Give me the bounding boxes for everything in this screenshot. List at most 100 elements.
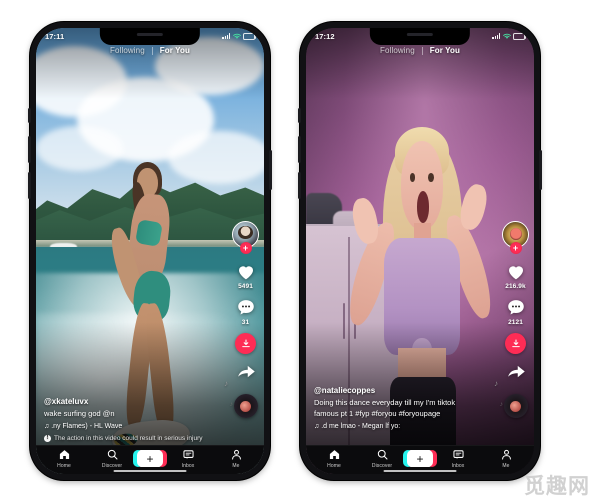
feed-tabs-left: Following For You: [36, 46, 264, 55]
nav-home-label: Home: [327, 462, 341, 469]
creator-avatar-button[interactable]: +: [502, 221, 529, 254]
inbox-icon: [182, 450, 194, 460]
follow-plus-icon[interactable]: +: [509, 242, 522, 254]
tab-separator: [421, 46, 423, 55]
feed-tabs-right: Following For You: [306, 46, 534, 55]
like-button[interactable]: 5491: [235, 261, 257, 290]
nav-inbox-label: Inbox: [181, 462, 195, 469]
nav-inbox-label: Inbox: [451, 462, 465, 469]
download-button[interactable]: [505, 333, 526, 354]
home-icon: [329, 450, 339, 460]
music-disc-icon[interactable]: [233, 394, 258, 418]
music-title-row[interactable]: ♫ .d me lmao - Megan lf yo:: [314, 423, 474, 430]
comment-icon: [507, 300, 524, 315]
tab-separator: [151, 46, 153, 55]
music-title: ♫ .ny Flames) - HL Wave: [44, 423, 123, 430]
music-disc-icon[interactable]: [503, 394, 528, 418]
battery-icon: [513, 33, 526, 40]
download-button[interactable]: [235, 333, 256, 354]
safety-warning-text: The action in this video could result in…: [54, 435, 203, 442]
wifi-icon: [502, 33, 511, 40]
power-button[interactable]: [269, 150, 272, 190]
share-button[interactable]: [235, 361, 257, 382]
creator-handle[interactable]: @xkateluvx: [44, 397, 204, 406]
share-arrow-icon: [507, 365, 525, 378]
tab-for-you[interactable]: For You: [160, 46, 190, 55]
share-button[interactable]: [505, 361, 527, 382]
nav-me[interactable]: Me: [482, 448, 530, 469]
volume-down-button[interactable]: [298, 172, 301, 199]
nav-discover-label: Discover: [101, 462, 123, 469]
volume-down-button[interactable]: [28, 172, 31, 199]
share-arrow-icon: [237, 365, 255, 378]
site-watermark: 觅趣网: [524, 474, 590, 498]
create-video-button[interactable]: +: [133, 450, 167, 467]
search-icon: [377, 450, 388, 460]
info-icon: !: [44, 435, 51, 442]
follow-plus-icon[interactable]: +: [239, 242, 252, 254]
volume-up-button[interactable]: [298, 136, 301, 163]
music-title-row[interactable]: ♫ .ny Flames) - HL Wave: [44, 423, 204, 430]
screen-left: 17:11 Following For You + 5491 31 @xkate…: [36, 28, 264, 474]
person-icon: [501, 450, 511, 460]
creator-handle[interactable]: @nataliecoppes: [314, 386, 474, 395]
action-rail-right: + 216.9k 2121: [502, 221, 529, 418]
creator-avatar-button[interactable]: +: [232, 221, 259, 254]
nav-create[interactable]: +: [403, 450, 437, 467]
tab-for-you[interactable]: For You: [430, 46, 460, 55]
mute-switch[interactable]: [298, 108, 301, 123]
phone-right: 17:12 Following For You + 216.9k 2121 @n…: [298, 22, 542, 480]
comment-icon: [237, 300, 254, 315]
heart-icon: [238, 266, 253, 280]
plus-icon: +: [137, 450, 163, 467]
status-bar-left: 17:11: [36, 28, 264, 45]
nav-create[interactable]: +: [133, 450, 167, 467]
video-description: wake surfing god @n: [44, 409, 115, 419]
cellular-signal-icon: [492, 33, 500, 40]
nav-me[interactable]: Me: [212, 448, 260, 469]
nav-home[interactable]: Home: [310, 448, 358, 469]
caption-block-left: @xkateluvx wake surfing god @n ♫ .ny Fla…: [44, 397, 204, 430]
phone-bezel-left: 17:11 Following For You + 5491 31 @xkate…: [36, 28, 264, 474]
nav-inbox[interactable]: Inbox: [434, 448, 482, 469]
nav-me-label: Me: [232, 462, 240, 469]
like-button[interactable]: 216.9k: [505, 261, 527, 290]
comment-count: 2121: [508, 319, 523, 326]
video-description: Doing this dance everyday till my I'm ti…: [314, 398, 456, 419]
status-bar-right: 17:12: [306, 28, 534, 45]
safety-warning-banner: ! The action in this video could result …: [44, 435, 203, 442]
phone-bezel-right: 17:12 Following For You + 216.9k 2121 @n…: [306, 28, 534, 474]
home-indicator: [113, 470, 187, 472]
home-indicator: [383, 470, 457, 472]
plus-icon: +: [407, 450, 433, 467]
download-icon[interactable]: [235, 333, 256, 354]
nav-discover[interactable]: Discover: [88, 448, 136, 469]
nav-inbox[interactable]: Inbox: [164, 448, 212, 469]
screen-right: 17:12 Following For You + 216.9k 2121 @n…: [306, 28, 534, 474]
battery-icon: [243, 33, 256, 40]
tab-following[interactable]: Following: [110, 46, 145, 55]
home-icon: [59, 450, 69, 460]
inbox-icon: [452, 450, 464, 460]
nav-me-label: Me: [502, 462, 510, 469]
like-count: 5491: [238, 283, 253, 290]
music-title: ♫ .d me lmao - Megan lf yo:: [314, 423, 401, 430]
power-button[interactable]: [539, 150, 542, 190]
person-icon: [231, 450, 241, 460]
create-video-button[interactable]: +: [403, 450, 437, 467]
tab-following[interactable]: Following: [380, 46, 415, 55]
nav-discover[interactable]: Discover: [358, 448, 406, 469]
mute-switch[interactable]: [28, 108, 31, 123]
download-icon[interactable]: [505, 333, 526, 354]
heart-icon: [508, 266, 523, 280]
like-count: 216.9k: [505, 283, 526, 290]
comment-button[interactable]: 31: [235, 297, 257, 326]
nav-home[interactable]: Home: [40, 448, 88, 469]
comment-button[interactable]: 2121: [505, 297, 527, 326]
screenshot-canvas: 17:11 Following For You + 5491 31 @xkate…: [0, 0, 594, 503]
action-rail-left: + 5491 31: [232, 221, 259, 418]
wifi-icon: [232, 33, 241, 40]
volume-up-button[interactable]: [28, 136, 31, 163]
caption-block-right: @nataliecoppes Doing this dance everyday…: [314, 386, 474, 430]
nav-home-label: Home: [57, 462, 71, 469]
